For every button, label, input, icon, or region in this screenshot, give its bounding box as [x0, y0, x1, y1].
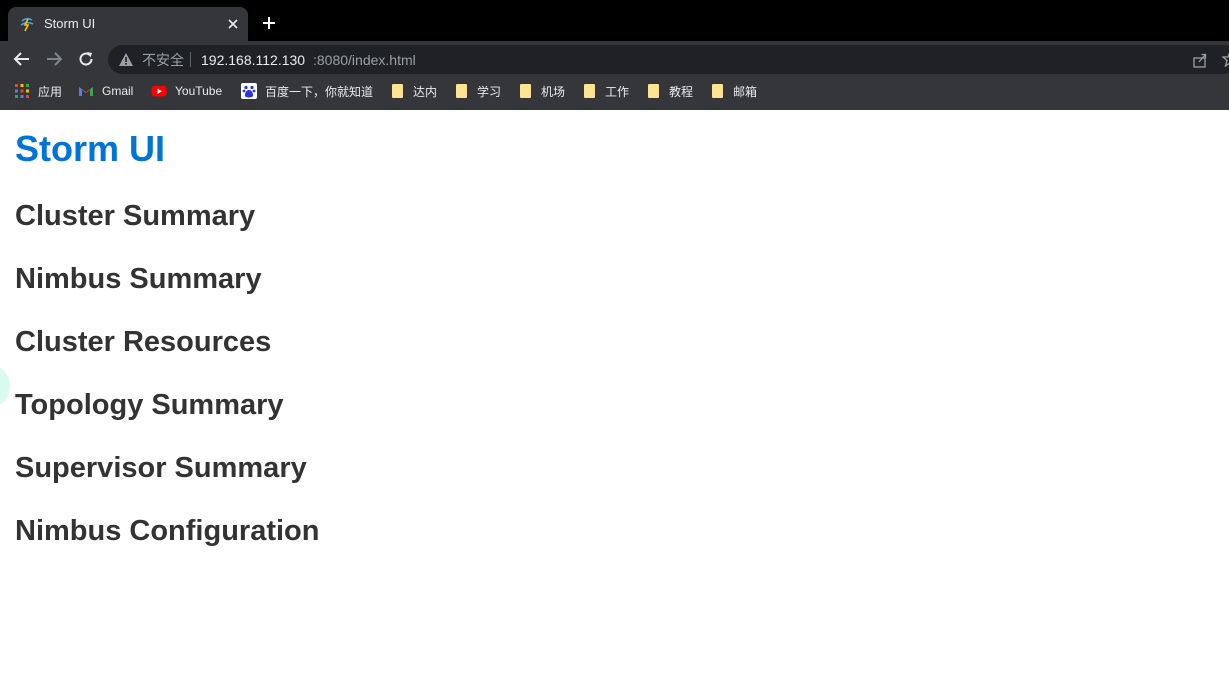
browser-toolbar: 不安全 192.168.112.130 :8080/index.html — [0, 41, 1229, 77]
apps-grid-icon — [15, 84, 29, 98]
bookmark-gmail[interactable]: Gmail — [78, 77, 133, 105]
bookmark-label: 达内 — [413, 84, 438, 99]
bookmark-label: 机场 — [541, 84, 566, 99]
bookmark-folder-tutorial[interactable]: 教程 — [646, 77, 693, 105]
close-icon[interactable] — [224, 15, 242, 33]
security-status-label[interactable]: 不安全 — [142, 52, 184, 68]
bookmark-label: 工作 — [605, 84, 630, 99]
bookmark-label: 学习 — [477, 84, 502, 99]
bookmark-label: 邮箱 — [733, 84, 758, 99]
gmail-icon — [79, 87, 93, 96]
bookmark-folder-danei[interactable]: 达内 — [390, 77, 437, 105]
bookmark-folder-airport[interactable]: 机场 — [518, 77, 565, 105]
bookmark-apps[interactable]: 应用 — [14, 77, 62, 105]
bookmark-label: 教程 — [669, 84, 694, 99]
heading-supervisor-summary: Supervisor Summary — [15, 452, 307, 484]
bookmark-label: YouTube — [175, 84, 223, 98]
url-host[interactable]: 192.168.112.130 — [201, 52, 305, 68]
back-arrow-icon[interactable] — [13, 50, 31, 68]
folder-icon — [520, 84, 531, 98]
baidu-icon — [241, 83, 257, 99]
folder-icon — [584, 84, 595, 98]
page-title: Storm UI — [15, 128, 166, 169]
address-bar[interactable]: 不安全 192.168.112.130 :8080/index.html — [108, 45, 1229, 74]
storm-favicon-icon — [20, 17, 34, 32]
bookmark-baidu[interactable]: 百度一下，你就知道 — [241, 77, 373, 105]
bookmarks-bar: 应用 Gmail YouTube 百度一下，你就知道 达内 学习 机场 工作 教… — [0, 77, 1229, 110]
warning-triangle-icon[interactable] — [118, 52, 134, 67]
heading-topology-summary: Topology Summary — [15, 389, 284, 421]
heading-cluster-resources: Cluster Resources — [15, 326, 272, 358]
tab-title: Storm UI — [44, 16, 96, 31]
folder-icon — [712, 84, 723, 98]
bookmark-folder-study[interactable]: 学习 — [454, 77, 501, 105]
heading-nimbus-configuration: Nimbus Configuration — [15, 515, 320, 547]
bookmark-label: 应用 — [38, 84, 63, 99]
browser-tab-strip: Storm UI — [0, 0, 1229, 41]
reload-icon[interactable] — [77, 50, 95, 68]
heading-nimbus-summary: Nimbus Summary — [15, 263, 262, 295]
bookmark-folder-work[interactable]: 工作 — [582, 77, 629, 105]
url-path[interactable]: :8080/index.html — [313, 52, 416, 68]
bookmark-youtube[interactable]: YouTube — [151, 77, 222, 105]
browser-tab[interactable]: Storm UI — [8, 7, 248, 41]
folder-icon — [648, 84, 659, 98]
new-tab-plus-icon[interactable] — [260, 14, 278, 32]
folder-icon — [456, 84, 467, 98]
floating-side-widget[interactable] — [0, 364, 10, 408]
share-icon[interactable] — [1192, 52, 1208, 68]
heading-cluster-summary: Cluster Summary — [15, 200, 256, 232]
bookmark-folder-mail[interactable]: 邮箱 — [710, 77, 757, 105]
bookmark-label: 百度一下，你就知道 — [265, 84, 374, 99]
youtube-icon — [151, 86, 167, 97]
forward-arrow-icon[interactable] — [45, 50, 63, 68]
bookmark-label: Gmail — [102, 84, 134, 98]
folder-icon — [392, 84, 403, 98]
omnibox-divider — [190, 52, 191, 67]
bookmark-star-icon[interactable] — [1222, 51, 1229, 67]
